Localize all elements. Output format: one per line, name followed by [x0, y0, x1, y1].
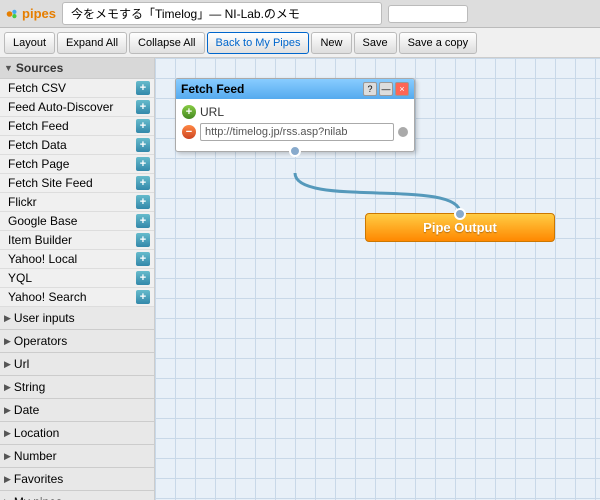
- fetch-feed-controls: ? — ×: [363, 82, 409, 96]
- fetch-feed-titlebar: Fetch Feed ? — ×: [176, 79, 414, 99]
- back-to-my-pipes-button[interactable]: Back to My Pipes: [207, 32, 310, 54]
- sources-label: Sources: [16, 61, 63, 75]
- sidebar-item-feed-auto-discover[interactable]: Feed Auto-Discover +: [0, 98, 154, 117]
- flickr-add-button[interactable]: +: [136, 195, 150, 209]
- main-layout: ▼ Sources Fetch CSV + Feed Auto-Discover…: [0, 58, 600, 500]
- feed-url-value-row: −: [182, 123, 408, 141]
- yql-add-button[interactable]: +: [136, 271, 150, 285]
- sidebar-item-fetch-page[interactable]: Fetch Page +: [0, 155, 154, 174]
- favorites-section[interactable]: ▶ Favorites: [0, 468, 154, 491]
- feed-url-connector-dot[interactable]: [398, 127, 408, 137]
- location-arrow-icon: ▶: [4, 428, 11, 439]
- date-section[interactable]: ▶ Date: [0, 399, 154, 422]
- logo: pipes: [6, 4, 56, 24]
- fetch-feed-title: Fetch Feed: [181, 82, 244, 96]
- fetch-feed-help-button[interactable]: ?: [363, 82, 377, 96]
- feed-url-row: + URL: [182, 105, 408, 119]
- url-arrow-icon: ▶: [4, 359, 11, 370]
- pipe-output-widget[interactable]: Pipe Output: [365, 213, 555, 242]
- collapse-all-button[interactable]: Collapse All: [129, 32, 204, 54]
- sidebar-item-fetch-csv[interactable]: Fetch CSV +: [0, 79, 154, 98]
- fetch-site-feed-add-button[interactable]: +: [136, 176, 150, 190]
- number-arrow-icon: ▶: [4, 451, 11, 462]
- fetch-feed-body: + URL −: [176, 99, 414, 151]
- feed-auto-discover-add-button[interactable]: +: [136, 100, 150, 114]
- google-base-add-button[interactable]: +: [136, 214, 150, 228]
- sidebar-item-yahoo-local[interactable]: Yahoo! Local +: [0, 250, 154, 269]
- sidebar-item-fetch-feed[interactable]: Fetch Feed +: [0, 117, 154, 136]
- operators-arrow-icon: ▶: [4, 336, 11, 347]
- logo-text: pipes: [22, 6, 56, 21]
- operators-section[interactable]: ▶ Operators: [0, 330, 154, 353]
- save-button[interactable]: Save: [354, 32, 397, 54]
- titlebar: pipes 今をメモする「Timelog」— NI-Lab.のメモ: [0, 0, 600, 28]
- sidebar: ▼ Sources Fetch CSV + Feed Auto-Discover…: [0, 58, 155, 500]
- date-arrow-icon: ▶: [4, 405, 11, 416]
- favorites-arrow-icon: ▶: [4, 474, 11, 485]
- user-inputs-arrow-icon: ▶: [4, 313, 11, 324]
- sidebar-item-item-builder[interactable]: Item Builder +: [0, 231, 154, 250]
- feed-url-remove-icon[interactable]: −: [182, 125, 196, 139]
- search-input[interactable]: [388, 5, 468, 23]
- yahoo-local-add-button[interactable]: +: [136, 252, 150, 266]
- feed-url-add-icon[interactable]: +: [182, 105, 196, 119]
- toolbar: Layout Expand All Collapse All Back to M…: [0, 28, 600, 58]
- url-section[interactable]: ▶ Url: [0, 353, 154, 376]
- my-pipes-arrow-icon: ▶: [4, 497, 11, 500]
- sources-section-header[interactable]: ▼ Sources: [0, 58, 154, 79]
- pipe-output-label: Pipe Output: [423, 220, 497, 235]
- my-pipes-section[interactable]: ▶ My pipes: [0, 491, 154, 500]
- number-section[interactable]: ▶ Number: [0, 445, 154, 468]
- sidebar-item-yahoo-search[interactable]: Yahoo! Search +: [0, 288, 154, 307]
- feed-url-input[interactable]: [200, 123, 394, 141]
- string-arrow-icon: ▶: [4, 382, 11, 393]
- fetch-csv-add-button[interactable]: +: [136, 81, 150, 95]
- fetch-feed-minimize-button[interactable]: —: [379, 82, 393, 96]
- item-builder-add-button[interactable]: +: [136, 233, 150, 247]
- location-section[interactable]: ▶ Location: [0, 422, 154, 445]
- sources-arrow-icon: ▼: [4, 63, 13, 73]
- pipe-output-input-connector[interactable]: [454, 208, 466, 220]
- pipe-output-box[interactable]: Pipe Output: [365, 213, 555, 242]
- sidebar-item-yql[interactable]: YQL +: [0, 269, 154, 288]
- string-section[interactable]: ▶ String: [0, 376, 154, 399]
- sidebar-item-google-base[interactable]: Google Base +: [0, 212, 154, 231]
- sidebar-item-flickr[interactable]: Flickr +: [0, 193, 154, 212]
- layout-button[interactable]: Layout: [4, 32, 55, 54]
- window-title: 今をメモする「Timelog」— NI-Lab.のメモ: [62, 2, 382, 25]
- save-copy-button[interactable]: Save a copy: [399, 32, 478, 54]
- sidebar-item-fetch-site-feed[interactable]: Fetch Site Feed +: [0, 174, 154, 193]
- logo-icon: [6, 5, 20, 23]
- canvas[interactable]: Fetch Feed ? — × + URL −: [155, 58, 600, 500]
- user-inputs-section[interactable]: ▶ User inputs: [0, 307, 154, 330]
- yahoo-search-add-button[interactable]: +: [136, 290, 150, 304]
- new-button[interactable]: New: [311, 32, 351, 54]
- fetch-page-add-button[interactable]: +: [136, 157, 150, 171]
- fetch-feed-widget: Fetch Feed ? — × + URL −: [175, 78, 415, 152]
- expand-all-button[interactable]: Expand All: [57, 32, 127, 54]
- fetch-feed-close-button[interactable]: ×: [395, 82, 409, 96]
- fetch-data-add-button[interactable]: +: [136, 138, 150, 152]
- fetch-feed-output-connector[interactable]: [289, 145, 301, 157]
- sidebar-item-fetch-data[interactable]: Fetch Data +: [0, 136, 154, 155]
- fetch-feed-add-button[interactable]: +: [136, 119, 150, 133]
- feed-url-label: URL: [200, 105, 224, 119]
